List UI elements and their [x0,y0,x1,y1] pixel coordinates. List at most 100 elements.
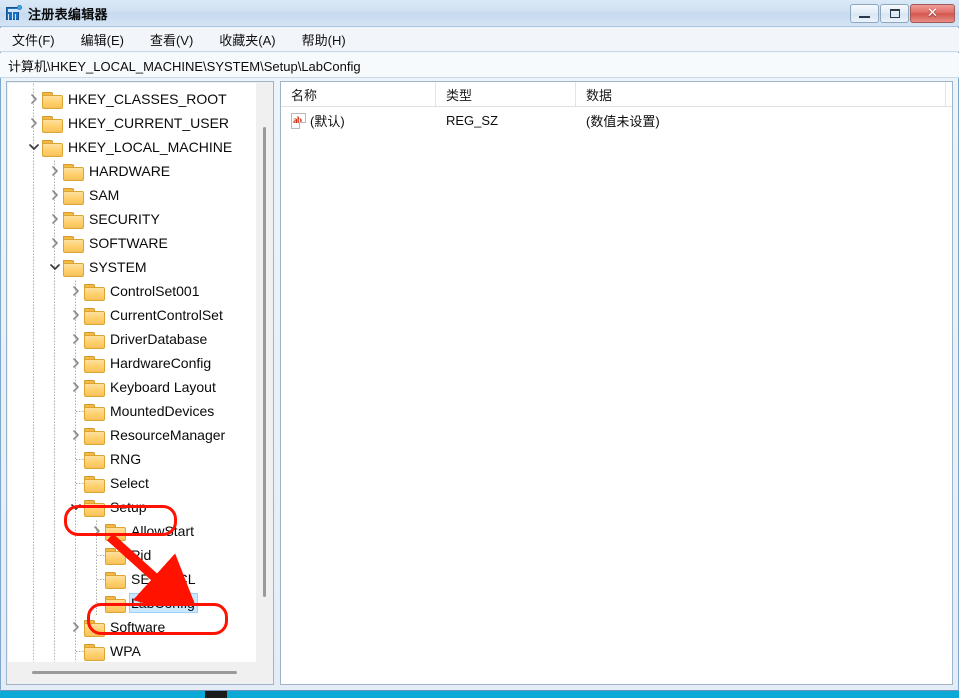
tree-item-hardwareconfig[interactable]: HardwareConfig [68,351,214,375]
folder-icon [84,499,105,517]
folder-icon [84,427,105,445]
menu-favorites[interactable]: 收藏夹(A) [217,28,277,51]
chevron-right-icon[interactable] [68,615,84,639]
column-header-data[interactable]: 数据 [576,82,946,107]
string-value-icon: ab [291,112,306,129]
chevron-right-icon[interactable] [47,231,63,255]
tree-item-select[interactable]: Select [68,471,152,495]
tree-item-software[interactable]: SOFTWARE [47,231,171,255]
maximize-button[interactable] [880,3,909,23]
chevron-down-icon[interactable] [47,255,63,279]
tree-item-driverdatabase[interactable]: DriverDatabase [68,327,210,351]
chevron-right-icon[interactable] [68,351,84,375]
tree-item-label: RNG [110,451,142,467]
tree-vertical-scrollbar-thumb[interactable] [263,127,266,597]
tree-item-label: SYSTEM [89,259,147,275]
tree-horizontal-scrollbar[interactable] [8,662,273,683]
chevron-right-icon[interactable] [68,303,84,327]
tree-item-label: SECURITY [89,211,160,227]
tree-item-label: ResourceManager [110,427,226,443]
menu-file[interactable]: 文件(F) [10,28,57,51]
maximize-icon [889,8,900,18]
chevron-down-icon[interactable] [26,135,42,159]
chevron-right-icon[interactable] [68,327,84,351]
taskbar-edge [0,691,959,698]
tree-item-label: AllowStart [131,523,195,539]
close-button[interactable]: ✕ [910,3,955,23]
tree-item-hkey-classes-root[interactable]: HKEY_CLASSES_ROOT [26,87,230,111]
tree-item-wpa[interactable]: WPA [68,639,144,663]
tree-item-mounteddevices[interactable]: MountedDevices [68,399,217,423]
minimize-button[interactable] [850,3,879,23]
tree-item-sam[interactable]: SAM [47,183,122,207]
address-bar[interactable]: 计算机\HKEY_LOCAL_MACHINE\SYSTEM\Setup\LabC… [0,53,959,78]
title-bar[interactable]: 注册表编辑器 ✕ [0,0,959,27]
folder-icon [42,139,63,157]
tree-item-currentcontrolset[interactable]: CurrentControlSet [68,303,226,327]
folder-icon [84,355,105,373]
tree-item-security[interactable]: SECURITY [47,207,163,231]
tree-vertical-scrollbar[interactable] [256,83,272,663]
registry-editor-window: 注册表编辑器 ✕ 文件(F) 编辑(E) 查看(V) 收藏夹(A) 帮助(H) … [0,0,959,691]
registry-values-pane[interactable]: 名称 类型 数据 ab (默认) REG_SZ (数值未设置) [280,81,953,685]
window-border-left [0,0,1,691]
chevron-right-icon[interactable] [68,375,84,399]
chevron-right-icon[interactable] [89,519,105,543]
chevron-right-icon[interactable] [68,279,84,303]
menu-view[interactable]: 查看(V) [148,28,195,51]
tree-item-setupcl[interactable]: SETUPCL [89,567,199,591]
folder-icon [84,283,105,301]
tree-item-hkey-local-machine[interactable]: HKEY_LOCAL_MACHINE [26,135,235,159]
tree-item-pid[interactable]: Pid [89,543,154,567]
chevron-right-icon[interactable] [47,207,63,231]
folder-icon [105,547,126,565]
menu-help[interactable]: 帮助(H) [300,28,348,51]
registry-path: 计算机\HKEY_LOCAL_MACHINE\SYSTEM\Setup\LabC… [8,58,361,74]
column-header-type[interactable]: 类型 [436,82,576,107]
tree-item-label: WPA [110,643,141,659]
registry-tree-pane[interactable]: HKEY_CLASSES_ROOT HKEY_CURRENT_USER HKEY_L… [6,81,274,685]
tree-guide-line [33,87,34,663]
folder-icon [63,259,84,277]
close-icon: ✕ [927,5,938,21]
tree-item-label: DriverDatabase [110,331,208,347]
chevron-right-icon[interactable] [68,423,84,447]
chevron-down-icon[interactable] [68,495,84,519]
tree-item-label: LabConfig [129,593,198,613]
tree-item-allowstart[interactable]: AllowStart [89,519,197,543]
registry-tree[interactable]: HKEY_CLASSES_ROOT HKEY_CURRENT_USER HKEY_L… [8,83,258,663]
tree-item-software[interactable]: Software [68,615,168,639]
chevron-right-icon[interactable] [26,111,42,135]
tree-item-rng[interactable]: RNG [68,447,144,471]
value-row-default[interactable]: ab (默认) REG_SZ (数值未设置) [281,107,952,134]
chevron-right-icon[interactable] [26,87,42,111]
tree-item-label: Select [110,475,149,491]
tree-item-label: HardwareConfig [110,355,212,371]
tree-item-setup[interactable]: Setup [68,495,150,519]
tree-horizontal-scrollbar-thumb[interactable] [32,671,237,674]
chevron-right-icon[interactable] [47,183,63,207]
folder-icon [42,91,63,109]
tree-item-hardware[interactable]: HARDWARE [47,159,173,183]
tree-item-keyboard-layout[interactable]: Keyboard Layout [68,375,219,399]
folder-icon [105,523,126,541]
menu-edit[interactable]: 编辑(E) [79,28,126,51]
chevron-right-icon[interactable] [47,159,63,183]
tree-item-label: HKEY_LOCAL_MACHINE [68,139,233,155]
tree-item-system[interactable]: SYSTEM [47,255,150,279]
tree-item-controlset001[interactable]: ControlSet001 [68,279,203,303]
folder-icon [42,115,63,133]
tree-item-resourcemanager[interactable]: ResourceManager [68,423,228,447]
column-header-name[interactable]: 名称 [281,82,436,107]
tree-item-labconfig[interactable]: LabConfig [89,591,198,615]
value-data-cell: (数值未设置) [586,114,660,129]
tree-item-label: SETUPCL [131,571,196,587]
folder-icon [84,475,105,493]
tree-item-hkey-current-user[interactable]: HKEY_CURRENT_USER [26,111,232,135]
